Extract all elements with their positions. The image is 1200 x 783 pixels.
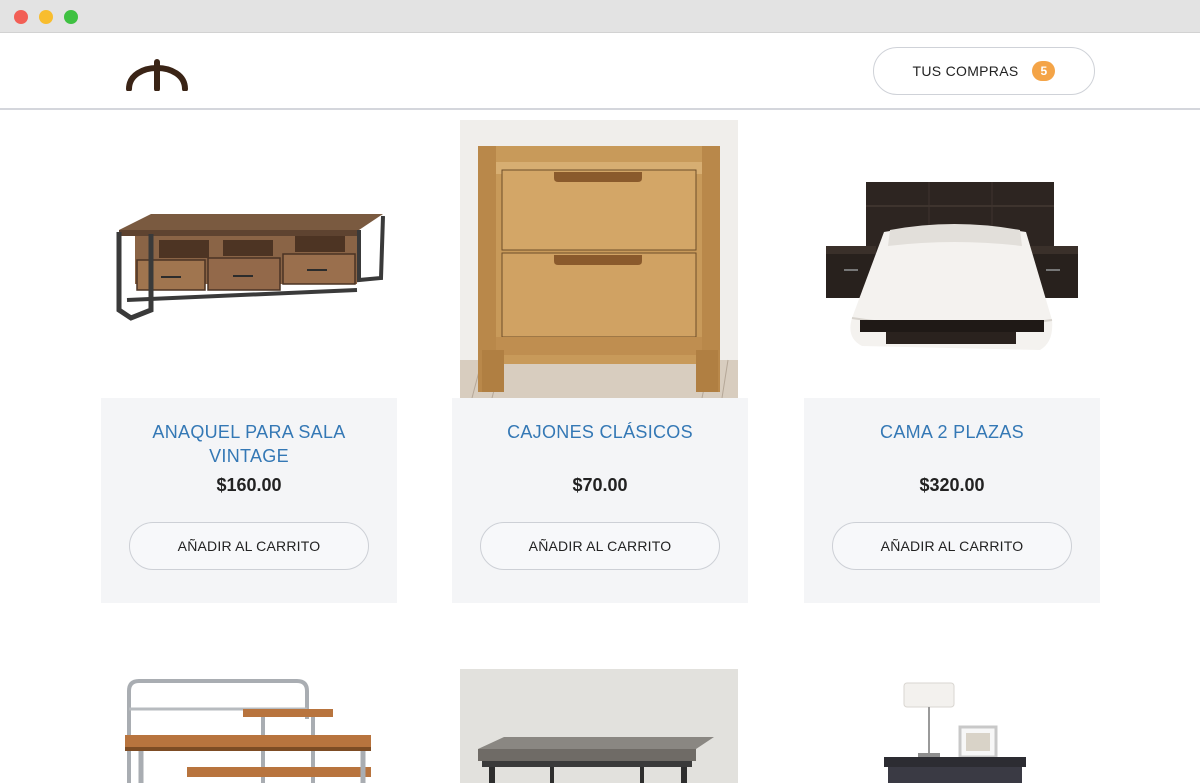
add-to-cart-button[interactable]: AÑADIR AL CARRITO: [480, 522, 720, 570]
product-info-card: CAMA 2 PLAZAS $320.00 AÑADIR AL CARRITO: [804, 398, 1100, 603]
product-card: [452, 669, 748, 783]
window-titlebar: [0, 0, 1200, 33]
side-table-image[interactable]: [804, 669, 1100, 783]
site-header: TUS COMPRAS 5: [0, 33, 1200, 110]
close-window-icon[interactable]: [14, 10, 28, 24]
product-info-card: ANAQUEL PARA SALA VINTAGE $160.00 AÑADIR…: [101, 398, 397, 603]
nightstand-image[interactable]: [452, 120, 748, 398]
minimize-window-icon[interactable]: [39, 10, 53, 24]
table-image[interactable]: [452, 669, 748, 783]
add-to-cart-button[interactable]: AÑADIR AL CARRITO: [129, 522, 369, 570]
cart-count-badge: 5: [1032, 61, 1056, 81]
product-card: [804, 669, 1100, 783]
product-price: $160.00: [216, 475, 282, 495]
product-price: $320.00: [919, 475, 985, 495]
cart-button[interactable]: TUS COMPRAS 5: [873, 47, 1095, 95]
add-to-cart-button[interactable]: AÑADIR AL CARRITO: [832, 522, 1072, 570]
bed-image[interactable]: [804, 120, 1100, 398]
product-card: [101, 669, 397, 783]
maximize-window-icon[interactable]: [64, 10, 78, 24]
tv-stand-image[interactable]: [101, 120, 397, 398]
brand-logo-icon[interactable]: [124, 53, 190, 92]
product-title[interactable]: CAMA 2 PLAZAS: [824, 420, 1080, 444]
product-info-card: CAJONES CLÁSICOS $70.00 AÑADIR AL CARRIT…: [452, 398, 748, 603]
product-title[interactable]: ANAQUEL PARA SALA VINTAGE: [121, 420, 377, 468]
desk-image[interactable]: [101, 669, 397, 783]
product-price: $70.00: [572, 475, 628, 495]
product-title[interactable]: CAJONES CLÁSICOS: [472, 420, 728, 444]
cart-label: TUS COMPRAS: [912, 63, 1019, 79]
